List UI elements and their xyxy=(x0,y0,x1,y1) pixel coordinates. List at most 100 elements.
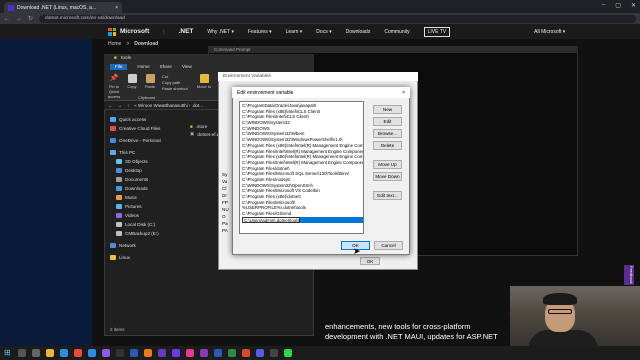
vscode-icon[interactable] xyxy=(88,349,96,357)
environment-variables-title: Environment Variables xyxy=(218,72,418,81)
browser-tab[interactable]: Download .NET (Linux, macOS, a... × xyxy=(4,2,122,13)
sidebar-item[interactable]: Creative Cloud Files xyxy=(104,124,186,133)
up-icon[interactable]: ↑ xyxy=(127,103,129,108)
nav-downloads[interactable]: Downloads xyxy=(346,29,371,35)
sidebar-item[interactable]: Music xyxy=(104,193,186,202)
xd-icon[interactable] xyxy=(186,349,194,357)
chrome-icon[interactable] xyxy=(74,349,82,357)
ribbon-tab-home[interactable]: Home xyxy=(137,64,149,70)
pin-quick-access-button[interactable]: 📌 Pin to Quick access xyxy=(106,74,122,99)
move-up-button[interactable]: Move Up xyxy=(373,160,402,169)
paste-shortcut-button[interactable]: Paste shortcut xyxy=(162,86,188,92)
start-menu-icon[interactable]: ⊞ xyxy=(4,349,12,357)
nav-why-dotnet[interactable]: Why .NET ▾ xyxy=(207,29,234,35)
path-entry-editing[interactable]: C:\Users\admin\.dotnet\tools xyxy=(240,216,363,223)
nav-docs[interactable]: Docs ▾ xyxy=(316,29,331,35)
excel-icon[interactable] xyxy=(228,349,236,357)
sidebar-item-label: Documents xyxy=(125,177,149,182)
sidebar-item-label: Videos xyxy=(125,213,139,218)
explorer-icon[interactable] xyxy=(46,349,54,357)
path-entry[interactable]: C:\Program Files\Intel\Intel(R) Manageme… xyxy=(240,160,363,166)
sidebar-item[interactable]: CMBackup2 (E:) xyxy=(104,229,186,238)
sidebar-item-label: Quick access xyxy=(119,117,147,122)
sidebar-item-label: This PC xyxy=(119,150,136,155)
paste-icon xyxy=(145,74,155,83)
system-variable-label: FP xyxy=(222,200,228,205)
aftereffects-icon[interactable] xyxy=(172,349,180,357)
word-icon[interactable] xyxy=(214,349,222,357)
ribbon-tab-share[interactable]: Share xyxy=(160,64,172,70)
nav-features[interactable]: Features ▾ xyxy=(248,29,272,35)
illustrator-icon[interactable] xyxy=(144,349,152,357)
path-entries-list[interactable]: C:\ProgramData\Oracle\Java\javapath C:\Pr… xyxy=(239,101,364,234)
browse-button[interactable]: Browse... xyxy=(373,129,402,138)
reload-icon[interactable]: ↻ xyxy=(28,15,33,22)
sidebar-item-label: CMBackup2 (E:) xyxy=(125,231,159,236)
documents-icon xyxy=(116,177,122,182)
task-view-icon[interactable] xyxy=(32,349,40,357)
microsoft-logo-icon[interactable] xyxy=(108,27,116,36)
minimize-icon[interactable]: – xyxy=(602,2,605,9)
edit-button[interactable]: Edit xyxy=(373,117,402,126)
breadcrumb-current: Download xyxy=(134,41,159,47)
nav-community[interactable]: Community xyxy=(384,29,409,35)
sidebar-item[interactable]: Videos xyxy=(104,211,186,220)
exe-icon: ▣ xyxy=(190,131,195,136)
microsoft-brand[interactable]: Microsoft xyxy=(120,28,149,35)
explorer-title: tools xyxy=(120,56,132,61)
sidebar-item[interactable]: OneDrive - Personal xyxy=(104,136,186,145)
path-entry-edit-field[interactable]: C:\Users\admin\.dotnet\tools xyxy=(242,216,300,223)
visual-studio-icon[interactable] xyxy=(102,349,110,357)
ribbon-tab-view[interactable]: View xyxy=(182,64,192,70)
forward-icon[interactable]: → xyxy=(118,103,123,108)
dotnet-product-link[interactable]: .NET xyxy=(179,28,194,35)
forward-icon[interactable]: → xyxy=(16,16,22,22)
obs-icon[interactable] xyxy=(270,349,278,357)
teams-icon[interactable] xyxy=(256,349,264,357)
sidebar-item[interactable]: 3D Objects xyxy=(104,157,186,166)
system-variable-label: Pa xyxy=(222,221,228,226)
paste-button[interactable]: Paste xyxy=(142,74,158,89)
copy-button[interactable]: Copy xyxy=(124,74,140,89)
breadcrumb-home[interactable]: Home xyxy=(108,41,121,47)
feedback-button[interactable]: Feedback xyxy=(624,265,634,285)
sidebar-item[interactable]: Local Disk (C:) xyxy=(104,220,186,229)
back-icon[interactable]: ← xyxy=(108,103,113,108)
sidebar-item[interactable]: Linux xyxy=(104,253,186,262)
onenote-icon[interactable] xyxy=(200,349,208,357)
edit-text-button[interactable]: Edit text... xyxy=(373,191,402,200)
delete-button[interactable]: Delete xyxy=(373,141,402,150)
move-down-button[interactable]: Move Down xyxy=(373,172,402,181)
spotify-icon[interactable] xyxy=(284,349,292,357)
edge-icon[interactable] xyxy=(60,349,68,357)
path-entry[interactable]: C:\Program Files (x86)\Intel\Intel(R) Ma… xyxy=(240,143,363,149)
sidebar-item[interactable]: This PC xyxy=(104,148,186,157)
sidebar-item[interactable]: Pictures xyxy=(104,202,186,211)
sidebar-item[interactable]: Desktop xyxy=(104,166,186,175)
move-to-button[interactable]: Move to xyxy=(196,74,212,89)
desktop-icon xyxy=(116,168,122,173)
url-input[interactable]: dotnet.microsoft.com/en-us/download xyxy=(39,14,636,23)
env-ok-button[interactable]: OK xyxy=(360,257,380,265)
close-icon[interactable]: × xyxy=(402,90,405,96)
close-window-icon[interactable]: ✕ xyxy=(631,2,636,9)
premiere-icon[interactable] xyxy=(158,349,166,357)
search-icon[interactable] xyxy=(18,349,26,357)
ribbon-tab-file[interactable]: File xyxy=(110,64,128,70)
nav-learn[interactable]: Learn ▾ xyxy=(286,29,303,35)
live-tv-button[interactable]: LIVE TV xyxy=(423,26,451,37)
powerpoint-icon[interactable] xyxy=(242,349,250,357)
sidebar-item[interactable]: Downloads xyxy=(104,184,186,193)
sidebar-item[interactable]: Quick access xyxy=(104,115,186,124)
maximize-icon[interactable]: ▢ xyxy=(615,2,621,9)
sidebar-item[interactable]: Network xyxy=(104,241,186,250)
all-microsoft-menu[interactable]: All Microsoft ▾ xyxy=(534,29,565,35)
terminal-icon[interactable] xyxy=(116,349,124,357)
sidebar-item-label: Music xyxy=(125,195,137,200)
back-icon[interactable]: ← xyxy=(4,16,10,22)
sidebar-item[interactable]: Documents xyxy=(104,175,186,184)
photoshop-icon[interactable] xyxy=(130,349,138,357)
close-tab-icon[interactable]: × xyxy=(115,5,118,11)
new-button[interactable]: New xyxy=(373,105,402,114)
cancel-button[interactable]: Cancel xyxy=(374,241,403,250)
